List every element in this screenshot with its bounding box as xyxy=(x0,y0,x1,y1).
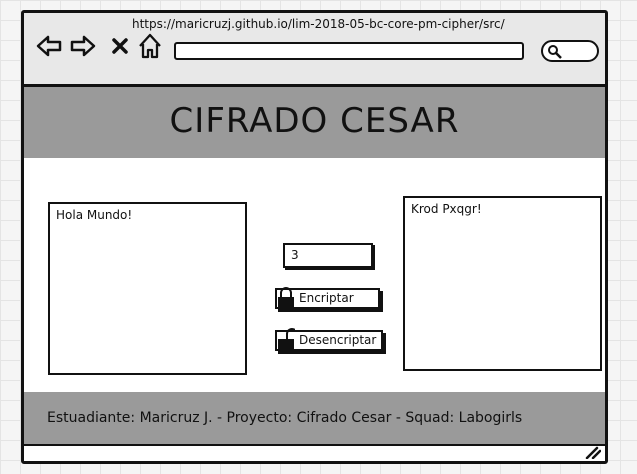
browser-window: https://maricruzj.github.io/lim-2018-05-… xyxy=(21,10,608,464)
status-bar xyxy=(24,444,605,461)
plain-text-area[interactable]: Hola Mundo! xyxy=(48,202,247,375)
back-icon[interactable] xyxy=(36,35,62,57)
decrypt-label: Desencriptar xyxy=(299,333,377,347)
resize-handle-icon[interactable] xyxy=(583,445,601,459)
encrypt-label: Encriptar xyxy=(299,291,354,305)
home-icon[interactable] xyxy=(138,33,162,59)
page-header: CIFRADO CESAR xyxy=(24,87,605,158)
shift-input[interactable]: 3 xyxy=(283,243,373,268)
search-box[interactable] xyxy=(541,40,599,62)
search-icon xyxy=(548,45,562,59)
page-title: CIFRADO CESAR xyxy=(169,100,460,141)
url-text: https://maricruzj.github.io/lim-2018-05-… xyxy=(132,17,505,31)
lock-icon xyxy=(278,287,294,309)
footer-credits: Estuadiante: Maricruz J. - Proyecto: Cif… xyxy=(47,410,523,426)
decrypt-button[interactable]: Desencriptar xyxy=(275,328,383,351)
forward-icon[interactable] xyxy=(70,35,96,57)
cipher-text-area[interactable]: Krod Pxqgr! xyxy=(403,196,602,371)
unlock-icon xyxy=(278,328,295,351)
page-footer: Estuadiante: Maricruz J. - Proyecto: Cif… xyxy=(24,392,605,444)
close-icon[interactable] xyxy=(112,38,128,54)
address-bar[interactable] xyxy=(174,42,524,60)
encrypt-button[interactable]: Encriptar xyxy=(275,287,380,309)
browser-toolbar: https://maricruzj.github.io/lim-2018-05-… xyxy=(24,13,605,87)
